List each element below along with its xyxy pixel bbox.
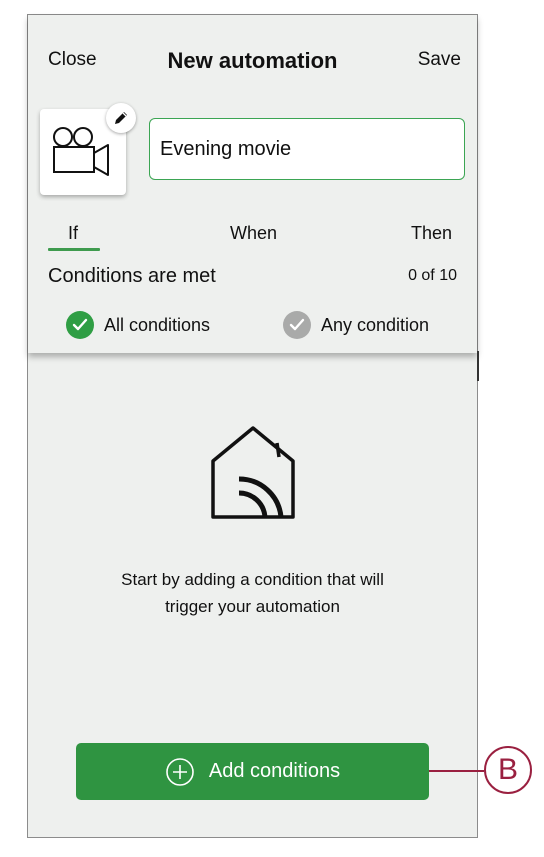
automation-name-input[interactable] [149,118,465,180]
check-circle-icon [66,311,94,339]
all-conditions-option[interactable]: All conditions [66,311,210,339]
all-conditions-label: All conditions [104,314,211,335]
pencil-icon [115,112,127,124]
tab-when[interactable]: When [230,223,277,244]
save-button[interactable]: Save [418,49,461,71]
scroll-indicator [477,351,479,381]
tab-then[interactable]: Then [411,223,452,244]
check-circle-icon [283,311,311,339]
any-condition-label: Any condition [321,314,430,335]
automation-header-panel: Close New automation Save If When Then C… [28,15,477,353]
empty-state-line-1: Start by adding a condition that will [121,570,384,589]
edit-icon-button[interactable] [106,103,136,133]
conditions-title: Conditions are met [48,265,216,287]
plus-circle-icon [165,757,195,787]
empty-state-message: Start by adding a condition that will tr… [28,566,477,620]
add-conditions-button[interactable]: Add conditions [76,743,429,800]
add-conditions-label: Add conditions [208,760,341,782]
callout-line [429,770,484,772]
callout-marker: B [484,746,532,794]
conditions-count: 0 of 10 [408,267,457,284]
close-button[interactable]: Close [48,49,97,71]
tab-if[interactable]: If [68,223,78,244]
smart-home-icon [211,426,295,519]
movie-camera-icon [53,127,109,176]
any-condition-option[interactable]: Any condition [283,311,429,339]
phone-screen: Close New automation Save If When Then C… [27,14,479,838]
empty-state-line-2: trigger your automation [165,597,340,616]
active-tab-indicator [48,248,100,251]
